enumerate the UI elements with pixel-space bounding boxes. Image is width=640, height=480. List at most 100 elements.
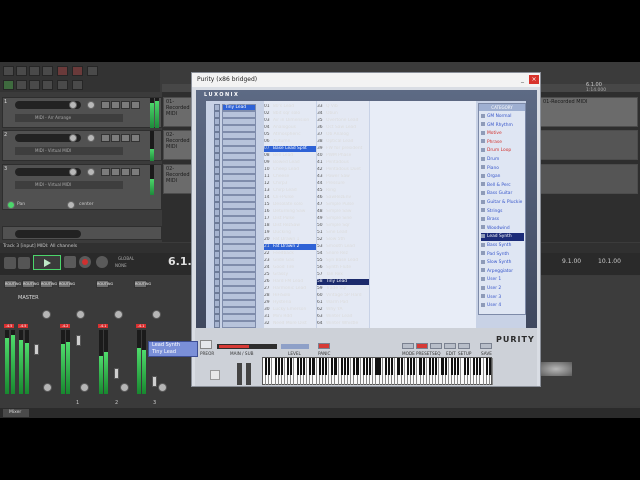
patch-item[interactable]: 21 Fat Drawn 2 [264,244,316,250]
black-key[interactable] [324,358,328,375]
patch-item[interactable]: 09 Bowed Lead [264,160,316,166]
black-key[interactable] [413,358,416,375]
record-arm-button[interactable] [101,101,110,109]
black-key[interactable] [441,358,444,375]
patch-item[interactable]: 23 Glide Gas [264,258,316,264]
bank-button[interactable] [214,118,220,125]
patch-item[interactable]: 13 Chirp Lead [264,188,316,194]
patch-item[interactable]: 28 HiFiSolo [264,293,316,299]
bank-slot[interactable] [222,202,256,209]
clip-indicator[interactable]: -4.5 [18,324,28,328]
patch-item[interactable]: 22 Feedback [264,251,316,257]
main-sub-bar[interactable] [217,344,277,349]
volume-knob[interactable] [69,168,77,176]
category-item[interactable]: User 3 [481,294,524,301]
bank-button[interactable] [214,209,220,216]
bank-button[interactable] [214,188,220,195]
patch-item[interactable]: 47 Simple Pulse [317,202,369,208]
black-key[interactable] [485,358,488,375]
bank-slot[interactable] [222,258,256,265]
pan-knob[interactable] [152,310,161,319]
patch-item[interactable]: 25 Grassy [264,272,316,278]
master-knob[interactable] [43,383,52,392]
bank-slot[interactable] [222,251,256,258]
bank-button[interactable] [214,181,220,188]
track-name[interactable]: MIDI - Virtual MIDI [15,147,123,155]
patch-item[interactable]: 54 Snore Rez [317,251,369,257]
bank-button[interactable] [214,195,220,202]
bank-button[interactable] [214,146,220,153]
bank-slot[interactable] [222,209,256,216]
black-key[interactable] [312,358,315,375]
category-item[interactable]: Woodwind [481,225,524,232]
pause-button[interactable] [64,256,76,268]
patch-item[interactable]: 63 Winter Lead [317,314,369,320]
toolbar-button[interactable] [16,66,27,76]
panic-button[interactable] [318,343,330,349]
pan-indicator[interactable] [7,201,15,209]
black-key[interactable] [362,358,365,375]
loop-button[interactable] [96,256,108,268]
black-key[interactable] [346,358,350,375]
category-item[interactable]: Guitar & Pluckie [481,199,524,206]
category-item[interactable]: Lead Synth [481,233,524,241]
black-key[interactable] [435,358,438,375]
clip-indicator[interactable]: -4.1 [136,324,146,328]
black-key[interactable] [334,358,337,375]
black-key[interactable] [476,358,479,375]
bank-slot[interactable] [222,279,256,286]
black-key[interactable] [353,358,356,375]
black-key[interactable] [450,358,454,375]
bank-button[interactable] [214,286,220,293]
patch-item[interactable]: 36 Oct Saw Lead [317,125,369,131]
category-item[interactable]: Phrase [481,139,524,146]
black-key[interactable] [432,358,435,375]
routing-button[interactable]: ROUTING [4,280,21,288]
patch-item[interactable]: 05 Atmospheric [264,132,316,138]
pan-knob[interactable] [87,134,95,142]
clip-indicator[interactable]: -4.1 [98,324,108,328]
bank-slot[interactable] [222,237,256,244]
patch-item[interactable]: 29 Hysteria [264,300,316,306]
patch-item[interactable]: 32 Need More Dist [264,321,316,327]
patch-item[interactable]: 20 Fat Drawn 1 [264,237,316,243]
patch-item[interactable]: 03 Air in Dimension [264,118,316,124]
octave-button[interactable] [210,370,220,380]
bank-button[interactable] [214,300,220,307]
mod-wheel[interactable] [246,363,251,385]
pan-knob[interactable] [114,310,123,319]
patch-item[interactable]: 64 Winter Whistle [317,321,369,327]
bank-button[interactable] [214,272,220,279]
bank-slot[interactable] [222,293,256,300]
volume-knob[interactable] [69,134,77,142]
track-empty[interactable] [2,226,162,240]
patch-item[interactable]: 06 Autumn [264,139,316,145]
volume-fader[interactable] [15,230,81,238]
black-key[interactable] [309,358,312,375]
category-item[interactable]: Pad Synth [481,251,524,258]
bank-slot[interactable] [222,132,256,139]
record-button[interactable] [79,256,91,268]
patch-item[interactable]: 02 8bit sqr solo [264,111,316,117]
bank-button[interactable] [214,125,220,132]
black-key[interactable] [463,358,466,375]
rewind-button[interactable] [4,257,16,269]
toolbar-button[interactable] [57,80,68,90]
bank-slot[interactable] [222,118,256,125]
channel-knob[interactable] [80,383,89,392]
bank-button[interactable] [214,153,220,160]
toolbar-button[interactable] [3,80,14,90]
routing-button[interactable]: ROUTING [22,280,39,288]
category-item[interactable]: Bass Guitar [481,190,524,197]
black-key[interactable] [472,358,476,375]
black-key[interactable] [488,358,491,375]
bank-slot[interactable] [222,300,256,307]
toolbar-button[interactable] [72,66,83,76]
category-item[interactable]: User 1 [481,276,524,283]
bank-button[interactable] [214,265,220,272]
track-name[interactable]: MIDI - Arr Arrange [15,114,123,122]
black-key[interactable] [391,358,394,375]
black-key[interactable] [277,358,280,375]
bank-button[interactable] [214,216,220,223]
patch-item[interactable]: 11 Cheese [264,174,316,180]
